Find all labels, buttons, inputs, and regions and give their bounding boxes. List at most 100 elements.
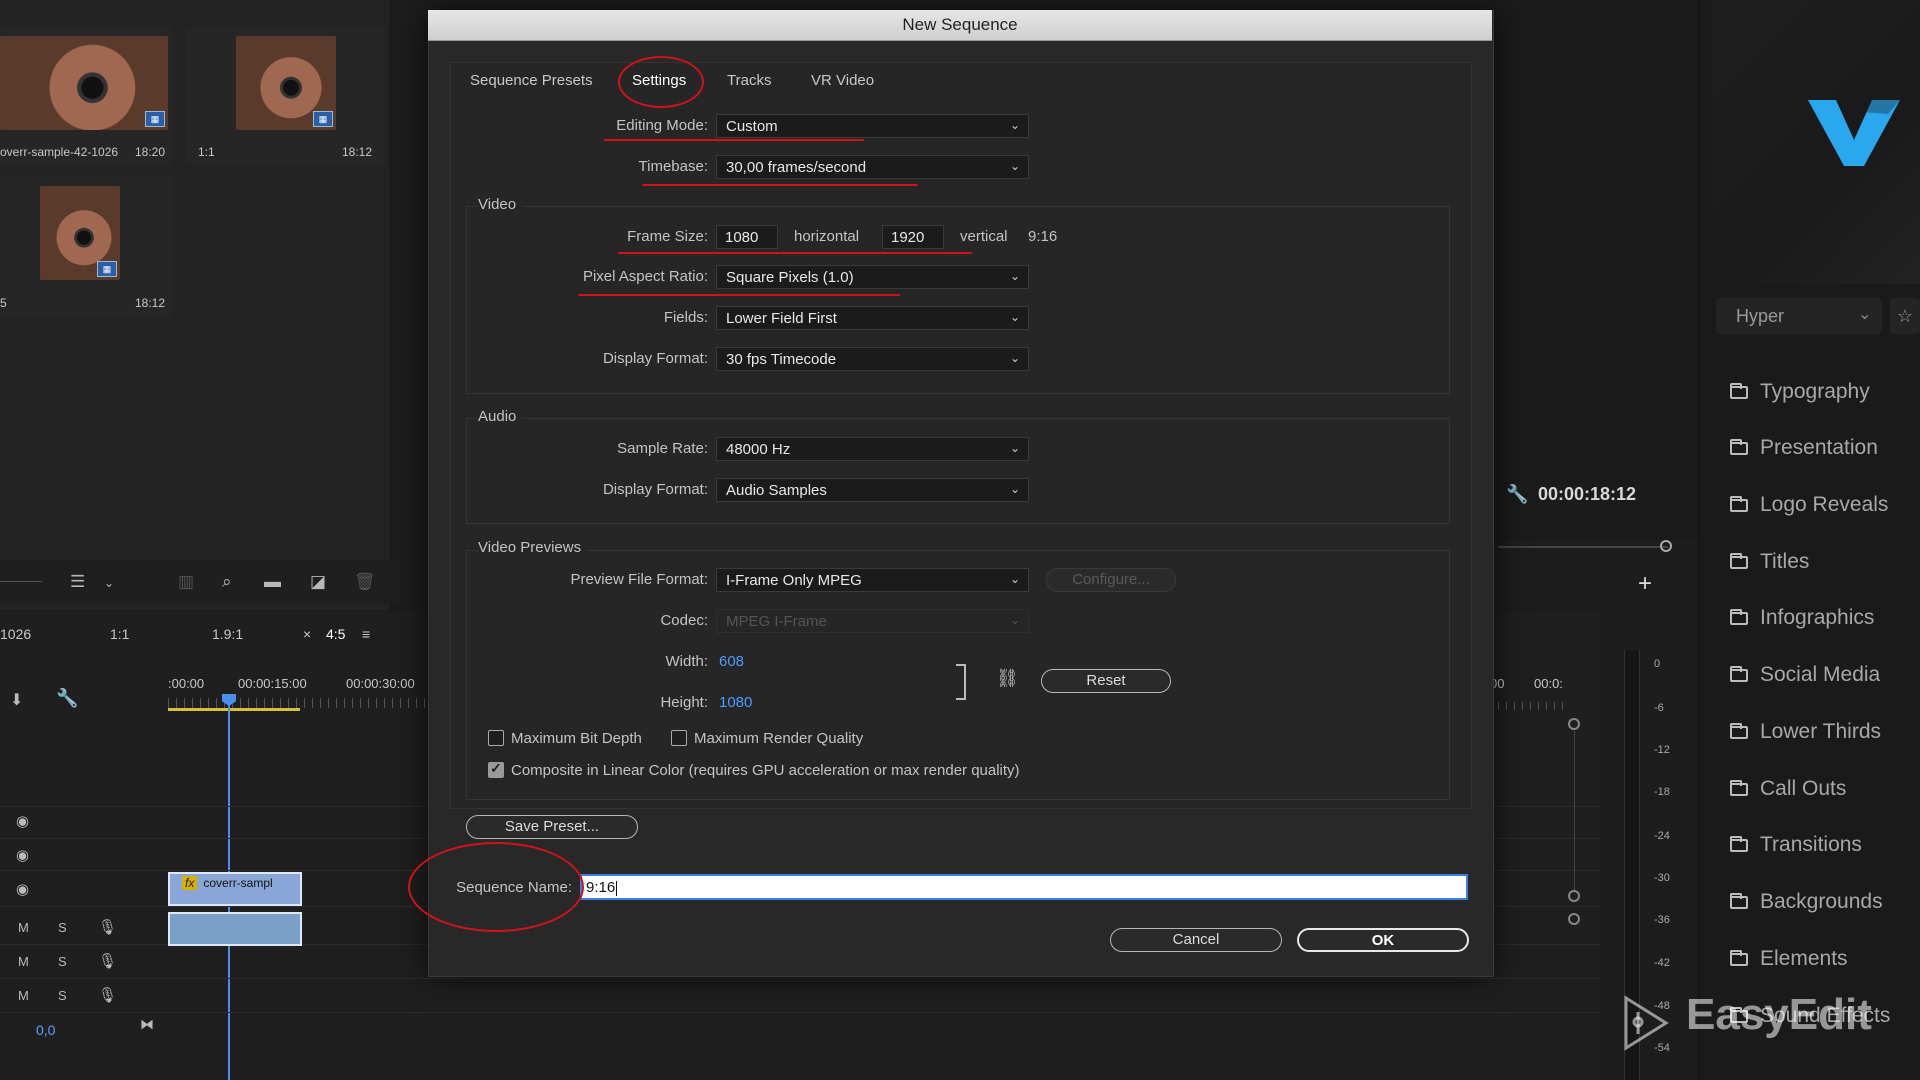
- add-button[interactable]: +: [1638, 570, 1652, 598]
- microphone-icon[interactable]: 🎙: [98, 952, 117, 970]
- level-value[interactable]: 0,0: [36, 1022, 55, 1038]
- solo-button[interactable]: S: [58, 920, 67, 935]
- solo-button[interactable]: S: [58, 988, 67, 1003]
- project-item[interactable]: ▦: [186, 28, 386, 164]
- sequence-name-input[interactable]: 9:16: [580, 874, 1468, 900]
- scroll-handle[interactable]: [1568, 718, 1580, 730]
- new-item-icon[interactable]: ◪: [310, 572, 326, 592]
- width-label: Width:: [665, 653, 708, 670]
- video-display-format-select[interactable]: 30 fps Timecode ⌄: [716, 347, 1029, 371]
- search-icon[interactable]: ⌕: [222, 572, 232, 592]
- chevron-down-icon: ⌄: [1009, 159, 1020, 173]
- clip-thumbnail[interactable]: ▦: [236, 36, 336, 130]
- zoom-handle[interactable]: [1660, 540, 1672, 552]
- category-call-outs[interactable]: Call Outs: [1730, 773, 1846, 805]
- pixel-aspect-select[interactable]: Square Pixels (1.0) ⌄: [716, 265, 1029, 289]
- eye-icon[interactable]: ◉: [16, 846, 29, 864]
- fields-select[interactable]: Lower Field First ⌄: [716, 306, 1029, 330]
- new-bin-icon[interactable]: ▬: [264, 572, 281, 592]
- category-lower-thirds[interactable]: Lower Thirds: [1730, 716, 1881, 748]
- max-bit-depth-checkbox[interactable]: [488, 730, 504, 746]
- tab-sequence-active[interactable]: 4:5: [326, 626, 345, 642]
- tab-sequence[interactable]: 1026: [0, 626, 31, 642]
- max-render-quality-label: Maximum Render Quality: [694, 730, 864, 747]
- audio-clip[interactable]: [168, 912, 302, 946]
- reset-button[interactable]: Reset: [1041, 669, 1171, 693]
- scroll-handle[interactable]: [1568, 890, 1580, 902]
- chevron-down-icon[interactable]: ⌄: [104, 576, 114, 590]
- max-render-quality-checkbox[interactable]: [671, 730, 687, 746]
- category-social-media[interactable]: Social Media: [1730, 659, 1880, 691]
- category-backgrounds[interactable]: Backgrounds: [1730, 886, 1883, 918]
- editing-mode-value: Custom: [726, 118, 778, 135]
- eye-icon[interactable]: ◉: [16, 812, 29, 830]
- eye-icon[interactable]: ◉: [16, 880, 29, 898]
- zoom-scrollbar[interactable]: [1498, 546, 1668, 548]
- category-titles[interactable]: Titles: [1730, 546, 1809, 578]
- category-label: Elements: [1760, 947, 1848, 970]
- timebase-select[interactable]: 30,00 frames/second ⌄: [716, 155, 1029, 179]
- category-transitions[interactable]: Transitions: [1730, 829, 1862, 861]
- tab-sequence[interactable]: 1:1: [110, 626, 129, 642]
- sample-rate-label: Sample Rate:: [617, 440, 708, 457]
- sort-icon[interactable]: ☰: [70, 572, 85, 592]
- audio-display-format-value: Audio Samples: [726, 482, 827, 499]
- ok-button[interactable]: OK: [1297, 928, 1469, 952]
- mute-button[interactable]: M: [18, 988, 29, 1003]
- scroll-handle[interactable]: [1568, 913, 1580, 925]
- cancel-button[interactable]: Cancel: [1110, 928, 1282, 952]
- frame-width-input[interactable]: 1080: [716, 225, 778, 249]
- tab-sequence-presets[interactable]: Sequence Presets: [470, 72, 593, 89]
- save-preset-button[interactable]: Save Preset...: [466, 815, 638, 839]
- tab-tracks[interactable]: Tracks: [727, 72, 771, 89]
- mute-button[interactable]: M: [18, 954, 29, 969]
- annotation-underline: [604, 139, 864, 141]
- mute-button[interactable]: M: [18, 920, 29, 935]
- panel-menu-icon[interactable]: ≡: [362, 626, 370, 642]
- project-item[interactable]: ▦: [0, 176, 172, 316]
- frame-height-input[interactable]: 1920: [882, 225, 944, 249]
- wrench-icon[interactable]: 🔧: [56, 688, 78, 709]
- tab-sequence[interactable]: 1.9:1: [212, 626, 243, 642]
- category-presentation[interactable]: Presentation: [1730, 432, 1878, 464]
- category-infographics[interactable]: Infographics: [1730, 602, 1874, 634]
- category-elements[interactable]: Elements: [1730, 943, 1848, 975]
- category-label: Call Outs: [1760, 777, 1847, 800]
- audio-group: [466, 418, 1450, 524]
- annotation-underline: [578, 294, 900, 296]
- linear-color-checkbox[interactable]: [488, 760, 504, 778]
- clip-thumbnail[interactable]: ▦: [0, 36, 168, 130]
- work-area-bar[interactable]: [168, 708, 300, 711]
- tab-vr-video[interactable]: VR Video: [811, 72, 874, 89]
- zoom-slider[interactable]: [0, 581, 42, 582]
- microphone-icon[interactable]: 🎙: [98, 986, 117, 1004]
- editing-mode-select[interactable]: Custom ⌄: [716, 114, 1029, 138]
- scrollbar-track[interactable]: [1574, 730, 1575, 890]
- folder-icon: [1730, 608, 1748, 625]
- microphone-icon[interactable]: 🎙: [98, 918, 117, 936]
- solo-button[interactable]: S: [58, 954, 67, 969]
- preview-width-value[interactable]: 608: [719, 653, 744, 670]
- linear-color-label: Composite in Linear Color (requires GPU …: [511, 762, 1020, 779]
- category-logo-reveals[interactable]: Logo Reveals: [1730, 489, 1888, 521]
- editing-mode-label: Editing Mode:: [616, 117, 708, 134]
- category-label: Logo Reveals: [1760, 493, 1889, 516]
- audio-display-format-select[interactable]: Audio Samples ⌄: [716, 478, 1029, 502]
- link-icon[interactable]: ⛓: [996, 668, 1019, 689]
- wrench-icon[interactable]: 🔧: [1506, 484, 1528, 505]
- folder-icon: [1730, 438, 1748, 455]
- track-divider: [0, 1012, 1600, 1013]
- marker-icon[interactable]: ⬇: [10, 690, 23, 710]
- close-tab-icon[interactable]: ×: [303, 626, 311, 642]
- chevron-down-icon: ⌄: [1009, 482, 1020, 496]
- sample-rate-select[interactable]: 48000 Hz ⌄: [716, 437, 1029, 461]
- favorite-star-icon[interactable]: ☆: [1890, 298, 1920, 334]
- dimension-bracket: [956, 664, 966, 700]
- preview-height-value[interactable]: 1080: [719, 694, 752, 711]
- project-item[interactable]: ▦: [0, 28, 172, 164]
- preview-file-format-select[interactable]: I-Frame Only MPEG ⌄: [716, 568, 1029, 592]
- snap-icon[interactable]: ⧓: [140, 1016, 154, 1033]
- clip-thumbnail[interactable]: ▦: [40, 186, 120, 280]
- timecode-readout[interactable]: 00:00:18:12: [1538, 484, 1636, 505]
- category-typography[interactable]: Typography: [1730, 376, 1870, 408]
